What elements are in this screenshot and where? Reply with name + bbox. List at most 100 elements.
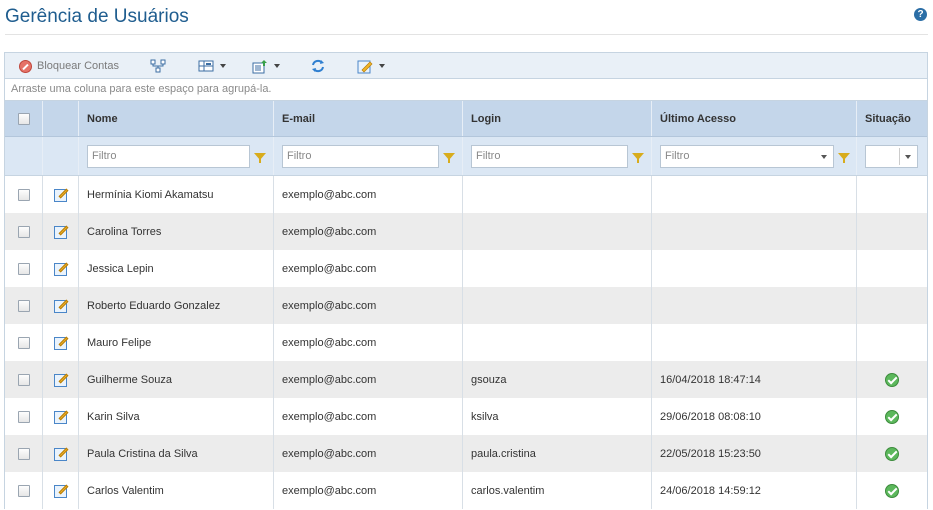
block-accounts-button[interactable]: Bloquear Contas — [19, 58, 119, 74]
row-checkbox[interactable] — [17, 484, 30, 497]
filter-icon[interactable] — [632, 152, 644, 163]
cell-situacao — [857, 250, 928, 287]
chevron-down-icon — [821, 154, 827, 159]
edit-icon[interactable] — [53, 483, 69, 499]
nome-filter-input[interactable]: Filtro — [87, 144, 250, 168]
cell-situacao — [857, 361, 928, 398]
row-checkbox[interactable] — [17, 262, 30, 275]
status-active-icon — [885, 483, 899, 498]
filter-cell-empty — [43, 137, 79, 175]
table-row[interactable]: Mauro Felipe exemplo@abc.com — [5, 324, 927, 361]
filter-cell-situacao — [857, 137, 928, 175]
cell-login: carlos.valentim — [463, 472, 652, 509]
hierarchy-button[interactable] — [150, 58, 166, 74]
filter-cell-empty — [5, 137, 43, 175]
cell-nome: Jessica Lepin — [79, 250, 274, 287]
help-icon[interactable]: ? — [914, 8, 927, 21]
row-checkbox[interactable] — [17, 410, 30, 423]
table-row[interactable]: Carolina Torres exemplo@abc.com — [5, 213, 927, 250]
filter-icon[interactable] — [838, 152, 850, 163]
edit-icon[interactable] — [53, 446, 69, 462]
cell-situacao — [857, 472, 928, 509]
select-all-checkbox[interactable] — [17, 112, 30, 125]
email-filter-input[interactable]: Filtro — [282, 144, 439, 168]
export-menu-button[interactable] — [252, 58, 280, 74]
cell-ultimo-acesso — [652, 176, 857, 213]
edit-icon[interactable] — [53, 335, 69, 351]
refresh-button[interactable] — [310, 58, 326, 74]
column-header-login[interactable]: Login — [463, 101, 652, 136]
column-header-email[interactable]: E-mail — [274, 101, 463, 136]
refresh-icon — [312, 59, 324, 73]
edit-icon[interactable] — [53, 409, 69, 425]
column-header-nome[interactable]: Nome — [79, 101, 274, 136]
edit-icon[interactable] — [53, 298, 69, 314]
row-checkbox[interactable] — [17, 299, 30, 312]
cell-login — [463, 213, 652, 250]
table-row[interactable]: Paula Cristina da Silva exemplo@abc.com … — [5, 435, 927, 472]
cell-ultimo-acesso — [652, 287, 857, 324]
cell-situacao — [857, 435, 928, 472]
row-edit-cell — [43, 472, 79, 509]
table-row[interactable]: Roberto Eduardo Gonzalez exemplo@abc.com — [5, 287, 927, 324]
row-select-cell — [5, 398, 43, 435]
column-header-ultimo-acesso[interactable]: Último Acesso — [652, 101, 857, 136]
row-checkbox[interactable] — [17, 336, 30, 349]
row-select-cell — [5, 213, 43, 250]
row-select-cell — [5, 250, 43, 287]
row-select-cell — [5, 287, 43, 324]
edit-icon[interactable] — [53, 224, 69, 240]
table-row[interactable]: Guilherme Souza exemplo@abc.com gsouza 1… — [5, 361, 927, 398]
edit-menu-button[interactable] — [357, 58, 385, 74]
grid-header-row: Nome E-mail Login Último Acesso Situação — [5, 101, 927, 137]
cell-situacao — [857, 287, 928, 324]
grid-body: Hermínia Kiomi Akamatsu exemplo@abc.com … — [5, 176, 927, 509]
table-row[interactable]: Carlos Valentim exemplo@abc.com carlos.v… — [5, 472, 927, 509]
column-header-situacao[interactable]: Situação — [857, 101, 928, 136]
block-accounts-label: Bloquear Contas — [37, 60, 119, 72]
ultimo-acesso-filter-select[interactable]: Filtro — [660, 144, 834, 168]
cell-situacao — [857, 213, 928, 250]
export-icon — [252, 59, 267, 73]
cell-nome: Guilherme Souza — [79, 361, 274, 398]
page-title: Gerência de Usuários — [5, 6, 189, 27]
login-filter-input[interactable]: Filtro — [471, 144, 628, 168]
row-checkbox[interactable] — [17, 373, 30, 386]
users-grid: Bloquear Contas Arraste uma coluna para … — [4, 52, 928, 509]
row-checkbox[interactable] — [17, 188, 30, 201]
row-checkbox[interactable] — [17, 225, 30, 238]
cell-ultimo-acesso — [652, 213, 857, 250]
edit-icon[interactable] — [53, 372, 69, 388]
block-icon — [19, 59, 32, 73]
cell-nome: Hermínia Kiomi Akamatsu — [79, 176, 274, 213]
group-drop-area[interactable]: Arraste uma coluna para este espaço para… — [5, 79, 927, 101]
columns-menu-button[interactable] — [198, 58, 226, 74]
header-select-all[interactable] — [5, 101, 43, 136]
ultimo-acesso-filter-placeholder: Filtro — [665, 149, 690, 162]
cell-ultimo-acesso: 29/06/2018 08:08:10 — [652, 398, 857, 435]
row-edit-cell — [43, 361, 79, 398]
grid-toolbar: Bloquear Contas — [5, 53, 927, 79]
cell-login — [463, 324, 652, 361]
cell-email: exemplo@abc.com — [274, 361, 463, 398]
table-row[interactable]: Karin Silva exemplo@abc.com ksilva 29/06… — [5, 398, 927, 435]
cell-ultimo-acesso: 24/06/2018 14:59:12 — [652, 472, 857, 509]
cell-email: exemplo@abc.com — [274, 287, 463, 324]
cell-nome: Carolina Torres — [79, 213, 274, 250]
table-row[interactable]: Jessica Lepin exemplo@abc.com — [5, 250, 927, 287]
row-checkbox[interactable] — [17, 447, 30, 460]
columns-icon — [198, 60, 214, 72]
filter-icon[interactable] — [443, 152, 455, 163]
cell-nome: Roberto Eduardo Gonzalez — [79, 287, 274, 324]
chevron-down-icon — [274, 64, 280, 68]
status-active-icon — [885, 446, 899, 461]
edit-icon[interactable] — [53, 187, 69, 203]
row-select-cell — [5, 472, 43, 509]
cell-ultimo-acesso — [652, 324, 857, 361]
filter-cell-ultimo-acesso: Filtro — [652, 137, 857, 175]
row-edit-cell — [43, 213, 79, 250]
edit-icon[interactable] — [53, 261, 69, 277]
situacao-filter-select[interactable] — [865, 144, 918, 168]
table-row[interactable]: Hermínia Kiomi Akamatsu exemplo@abc.com — [5, 176, 927, 213]
filter-icon[interactable] — [254, 152, 266, 163]
